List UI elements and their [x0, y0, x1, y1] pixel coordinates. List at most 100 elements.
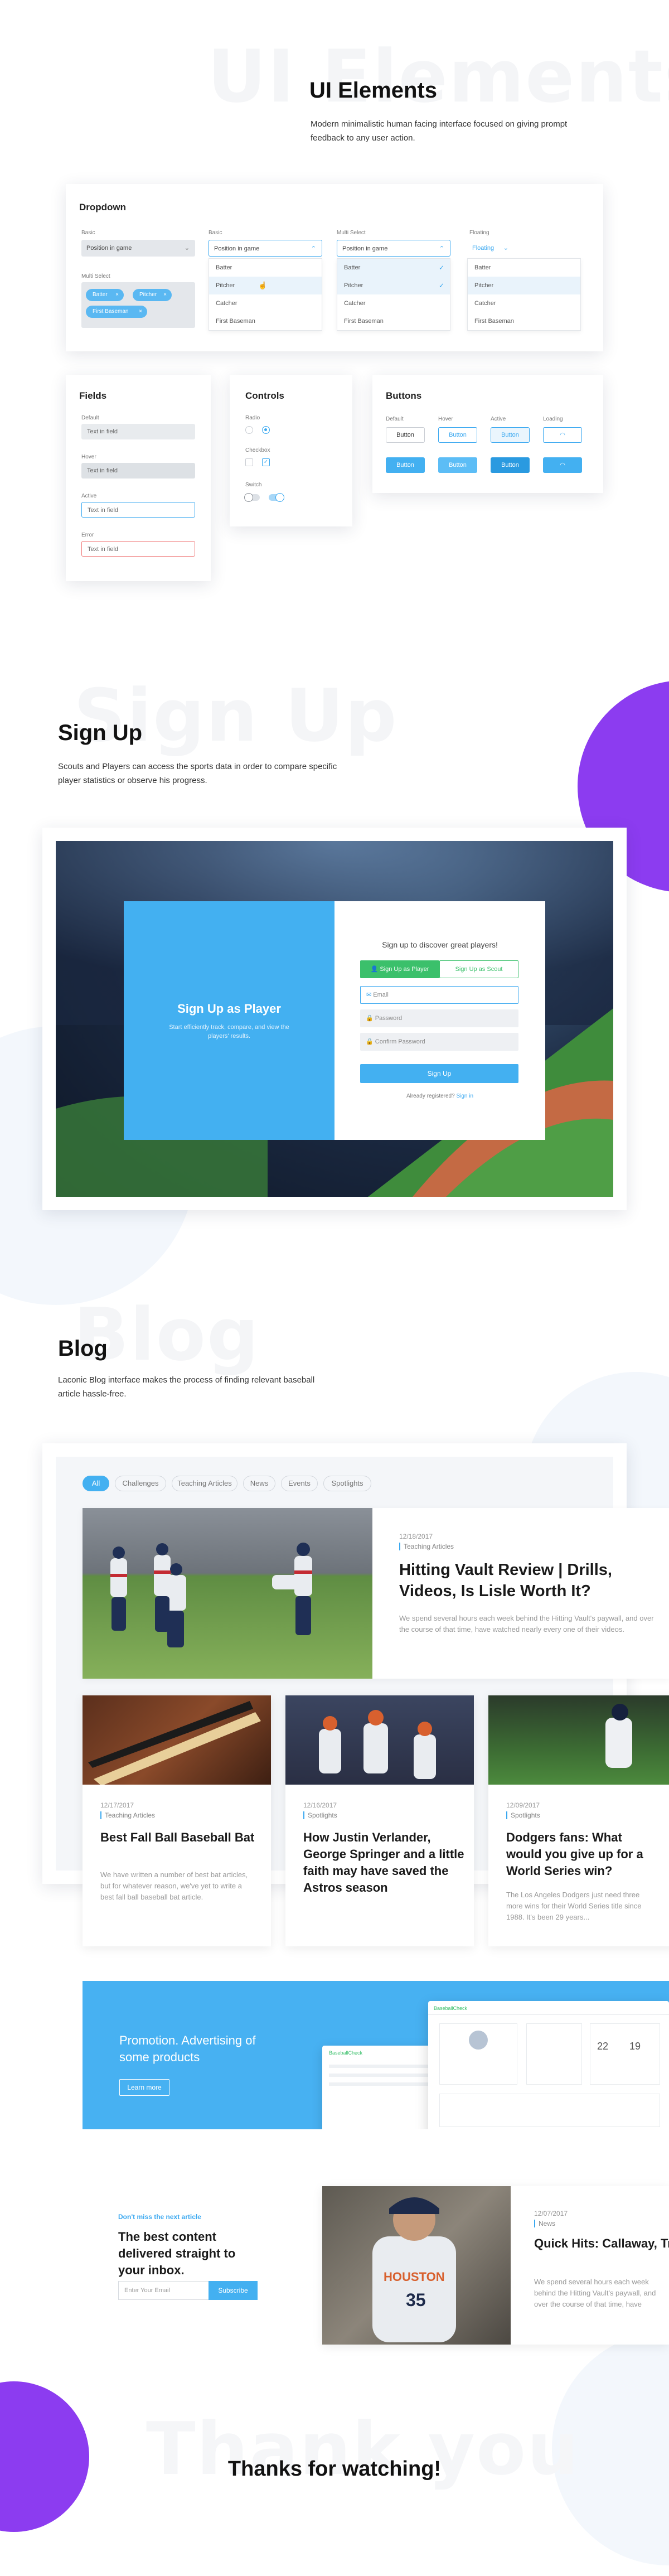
- dropdown-value: Position in game: [214, 245, 260, 252]
- post-image-astros: [285, 1695, 474, 1785]
- mockup-brand: BaseballCheck: [434, 2005, 468, 2011]
- option[interactable]: Pitcher: [468, 277, 580, 294]
- tag-pitcher: Pitcher ×: [133, 289, 172, 301]
- email-field[interactable]: ✉ Email: [360, 986, 518, 1004]
- option[interactable]: Catcher: [468, 294, 580, 312]
- btn-state-hover: Hover: [438, 416, 453, 422]
- tag-first-baseman: First Baseman ×: [86, 306, 147, 318]
- already-text: Already registered?: [406, 1093, 455, 1099]
- learn-more-button[interactable]: Learn more: [119, 2079, 169, 2096]
- filter-events[interactable]: Events: [281, 1476, 318, 1491]
- bats-illustration: [88, 1701, 261, 1785]
- field-error[interactable]: Text in field: [81, 541, 195, 557]
- option[interactable]: Batter: [468, 259, 580, 277]
- option[interactable]: Pitcher ☝: [209, 277, 322, 294]
- side-post-title[interactable]: Quick Hits: Callaway, Tribe, Santana, Ya…: [534, 2235, 669, 2252]
- dropdown-basic-open[interactable]: Position in game ⌃: [209, 240, 322, 257]
- signin-link[interactable]: Sign in: [456, 1093, 473, 1099]
- multi-select-box[interactable]: Batter × Pitcher × First Baseman ×: [81, 282, 195, 328]
- fields-title: Fields: [79, 390, 107, 401]
- button-outline-loading[interactable]: ◠: [543, 427, 582, 443]
- checkbox-on[interactable]: ✓: [262, 458, 270, 466]
- ui-elements-description: Modern minimalistic human facing interfa…: [311, 119, 568, 143]
- option[interactable]: Pitcher ✓: [337, 277, 450, 294]
- filter-teaching-articles[interactable]: Teaching Articles: [172, 1476, 237, 1491]
- featured-category[interactable]: Teaching Articles: [399, 1543, 454, 1550]
- tab-label: Sign Up as Player: [380, 966, 429, 973]
- switch-off[interactable]: [244, 493, 260, 502]
- side-post-category[interactable]: News: [534, 2220, 555, 2227]
- featured-title[interactable]: Hitting Vault Review | Drills, Videos, I…: [399, 1559, 661, 1602]
- button-outline-default[interactable]: Button: [386, 427, 425, 443]
- newsletter-title: The best content delivered straight to y…: [118, 2230, 236, 2277]
- filter-challenges[interactable]: Challenges: [115, 1476, 166, 1491]
- checkbox-off[interactable]: [245, 458, 253, 466]
- players-illustration: [110, 1543, 312, 1647]
- switch-on[interactable]: [269, 493, 284, 502]
- ghost-heading-ui: UI Elements: [207, 34, 669, 119]
- button-primary-default[interactable]: Button: [386, 457, 425, 473]
- post-category[interactable]: Teaching Articles: [100, 1811, 155, 1819]
- mockup-table: [439, 2094, 660, 2127]
- radio-label: Radio: [245, 415, 260, 421]
- button-primary-active[interactable]: Button: [491, 457, 530, 473]
- lock-icon: 🔒: [366, 1015, 374, 1022]
- cursor-icon: ☝: [258, 281, 268, 289]
- filter-all[interactable]: All: [83, 1476, 109, 1491]
- close-icon[interactable]: ×: [163, 289, 167, 301]
- close-icon[interactable]: ×: [139, 306, 142, 318]
- signup-submit-button[interactable]: Sign Up: [360, 1064, 518, 1083]
- dropdown-basic-select[interactable]: Position in game ⌄: [81, 240, 195, 257]
- post-title[interactable]: Dodgers fans: What would you give up for…: [506, 1829, 657, 1879]
- button-outline-active[interactable]: Button: [491, 427, 530, 443]
- signup-left-panel: Sign Up as Player Start efficiently trac…: [124, 901, 334, 1140]
- password-field[interactable]: 🔒 Password: [360, 1009, 518, 1027]
- field-active[interactable]: Text in field: [81, 502, 195, 518]
- filter-news[interactable]: News: [243, 1476, 275, 1491]
- close-icon[interactable]: ×: [115, 289, 119, 301]
- svg-text:HOUSTON: HOUSTON: [384, 2270, 445, 2284]
- tag-label: First Baseman: [93, 308, 129, 315]
- tab-signup-player[interactable]: 👤 Sign Up as Player: [360, 960, 439, 978]
- dropdown-basic-label: Basic: [81, 230, 95, 236]
- post-title[interactable]: How Justin Verlander, George Springer an…: [303, 1829, 465, 1896]
- side-post-date: 12/07/2017: [534, 2210, 568, 2217]
- radio-off[interactable]: [245, 426, 253, 434]
- floating-select[interactable]: Floating ⌄: [467, 240, 512, 257]
- filter-spotlights[interactable]: Spotlights: [323, 1476, 371, 1491]
- blog-description: Laconic Blog interface makes the process…: [58, 1375, 315, 1399]
- post-category[interactable]: Spotlights: [303, 1811, 337, 1819]
- button-primary-hover[interactable]: Button: [438, 457, 477, 473]
- spinner-icon: ◠: [560, 432, 565, 438]
- signup-screen: Sign Up as Player Start efficiently trac…: [42, 828, 627, 1210]
- dropdown-multi-open[interactable]: Position in game ⌃: [337, 240, 450, 257]
- subscribe-button[interactable]: Subscribe: [209, 2281, 258, 2300]
- option[interactable]: First Baseman: [209, 312, 322, 330]
- post-category[interactable]: Spotlights: [506, 1811, 540, 1819]
- switch-label: Switch: [245, 482, 262, 488]
- controls-title: Controls: [245, 390, 284, 401]
- dropdown-value: Position in game: [342, 245, 388, 252]
- option[interactable]: First Baseman: [468, 312, 580, 330]
- dropdown-value: Position in game: [86, 245, 132, 252]
- option[interactable]: Batter: [209, 259, 322, 277]
- confirm-password-field[interactable]: 🔒 Confirm Password: [360, 1033, 518, 1051]
- button-primary-loading[interactable]: ◠: [543, 457, 582, 473]
- confirm-placeholder: Confirm Password: [375, 1038, 425, 1045]
- option[interactable]: Batter ✓: [337, 259, 450, 277]
- svg-text:35: 35: [406, 2290, 426, 2310]
- tab-signup-scout[interactable]: Sign Up as Scout: [439, 960, 518, 978]
- pitcher-illustration: [605, 1704, 632, 1768]
- newsletter-email-input[interactable]: Enter Your Email: [118, 2281, 209, 2300]
- dropdown-title: Dropdown: [79, 202, 127, 212]
- floating-options: Batter Pitcher Catcher First Baseman: [467, 258, 581, 331]
- option[interactable]: First Baseman: [337, 312, 450, 330]
- field-default[interactable]: Text in field: [81, 424, 195, 439]
- button-outline-hover[interactable]: Button: [438, 427, 477, 443]
- option[interactable]: Catcher: [209, 294, 322, 312]
- field-label-hover: Hover: [81, 454, 96, 460]
- post-title[interactable]: Best Fall Ball Baseball Bat: [100, 1829, 256, 1846]
- radio-on[interactable]: [262, 426, 270, 434]
- option[interactable]: Catcher: [337, 294, 450, 312]
- field-hover[interactable]: Text in field: [81, 463, 195, 479]
